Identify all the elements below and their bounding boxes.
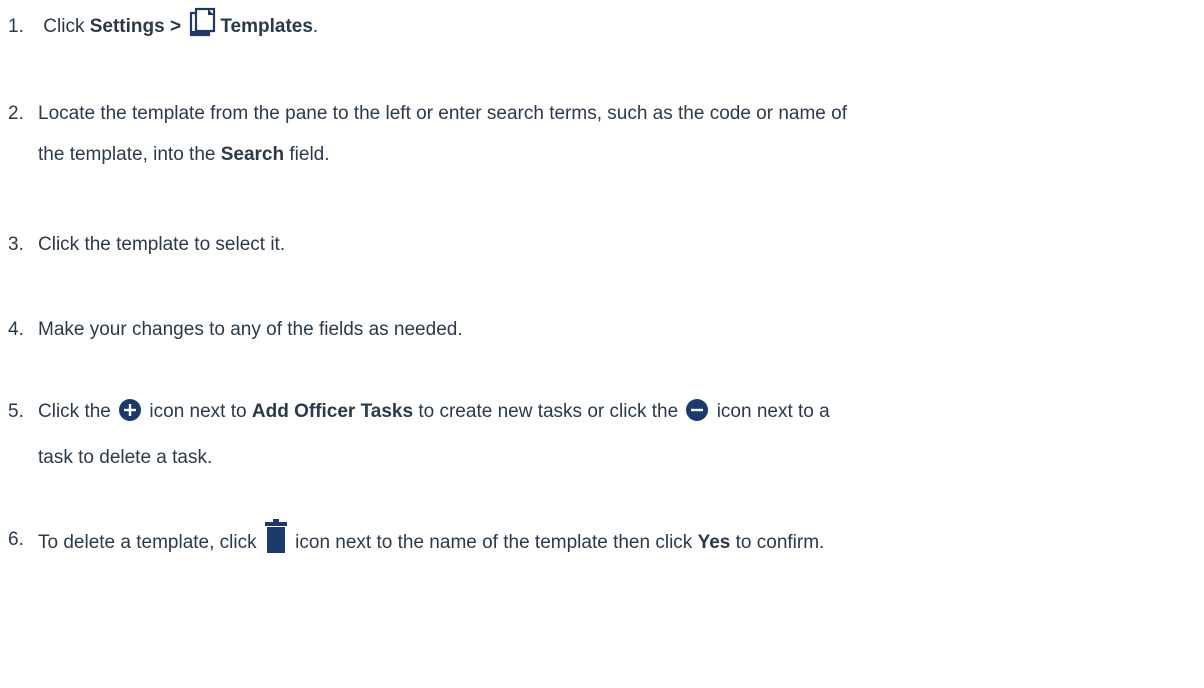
templates-icon <box>188 7 218 52</box>
step-2-prefix: the template, into the <box>38 144 221 165</box>
step-number: 5. <box>8 401 24 422</box>
step-number: 6. <box>8 529 24 550</box>
remove-circle-icon <box>685 396 709 437</box>
step-text-line-2: the template, into the Search field. <box>0 134 1200 175</box>
step-text: Click Settings > Templates. <box>43 6 318 52</box>
step-4: 4. Make your changes to any of the fields… <box>0 309 1200 350</box>
search-label: Search <box>220 144 285 165</box>
step-text: To delete a template, click icon next to… <box>38 519 824 568</box>
step-text-line-1: Locate the template from the pane to the… <box>38 103 848 124</box>
step-6-suffix: to confirm. <box>730 532 825 553</box>
step-text: Make your changes to any of the fields a… <box>38 319 463 340</box>
step-5-mid-2: to create new tasks or click the <box>413 401 684 422</box>
step-text-line-2: task to delete a task. <box>38 447 213 468</box>
step-5-mid-1: icon next to <box>144 401 252 422</box>
step-2-suffix: field. <box>284 144 330 165</box>
templates-label: Templates <box>220 16 313 37</box>
step-5-suffix: icon next to a <box>711 401 830 422</box>
step-6: 6. To delete a template, click icon next … <box>0 519 1200 568</box>
step-text: Click the template to select it. <box>38 234 286 255</box>
add-officer-tasks-label: Add Officer Tasks <box>251 401 414 422</box>
instruction-list: 1. Click Settings > Templates. 2. Locate … <box>0 0 1204 688</box>
step-number: 4. <box>8 319 24 340</box>
add-circle-icon <box>118 396 142 437</box>
yes-label: Yes <box>697 532 731 553</box>
step-5: 5. Click the icon next to Add Officer Tas… <box>0 391 1200 478</box>
step-text-line-1: Click the icon next to Add Officer Tasks… <box>38 391 830 437</box>
step-1-prefix: Click <box>43 16 90 37</box>
settings-label: Settings > <box>89 16 182 37</box>
step-number: 3. <box>8 234 24 255</box>
trash-icon <box>264 519 288 568</box>
step-6-mid: icon next to the name of the template th… <box>289 532 698 553</box>
step-2: 2. Locate the template from the pane to t… <box>0 93 1200 175</box>
step-1-suffix: . <box>312 16 319 37</box>
step-1: 1. Click Settings > Templates. <box>0 6 1200 52</box>
step-5-prefix: Click the <box>38 401 117 422</box>
step-number: 1. <box>8 16 24 37</box>
step-3: 3. Click the template to select it. <box>0 224 1200 265</box>
step-number: 2. <box>8 103 24 124</box>
step-6-prefix: To delete a template, click <box>38 532 262 553</box>
